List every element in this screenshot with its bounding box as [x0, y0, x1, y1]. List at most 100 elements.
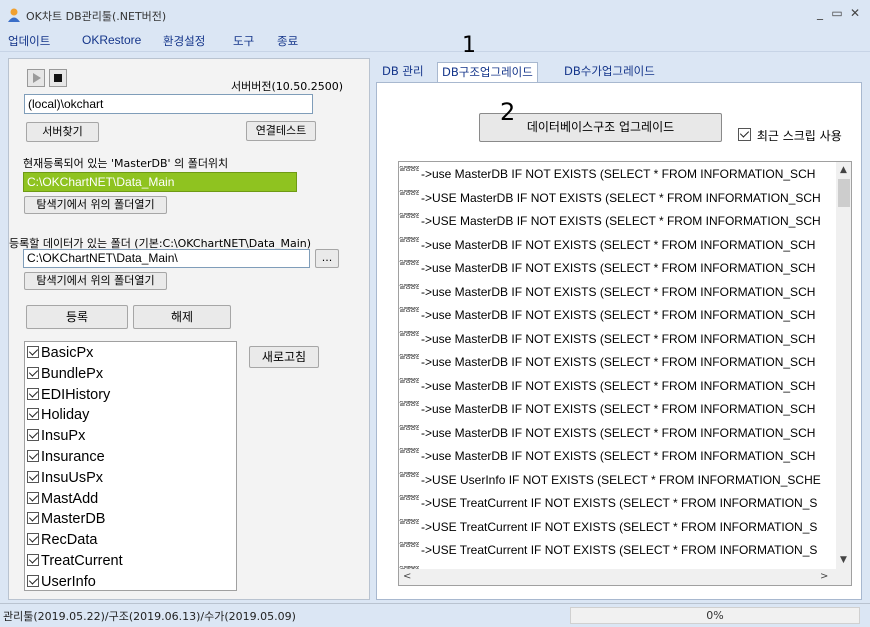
database-item[interactable]: MasterDB [27, 509, 236, 530]
log-line-text: ->USE UserInfo IF NOT EXISTS (SELECT * F… [421, 472, 821, 487]
log-line: 실행중완료->use MasterDB IF NOT EXISTS (SELEC… [399, 234, 836, 258]
server-input[interactable]: (local)\okchart [24, 94, 313, 114]
structure-upgrade-panel: 데이터베이스구조 업그레이드 최근 스크립 사용 실행중완료->use Mast… [376, 82, 862, 600]
menu-exit[interactable]: 종료 [277, 33, 298, 49]
minimize-icon[interactable]: _ [812, 6, 828, 20]
checkbox-checked-icon[interactable] [738, 128, 751, 141]
checkbox-checked-icon[interactable] [27, 346, 39, 358]
left-panel: 서버버전(10.50.2500) (local)\okchart 서버찾기 연결… [8, 58, 370, 600]
database-item[interactable]: Insurance [27, 447, 236, 468]
checkbox-checked-icon[interactable] [27, 470, 39, 483]
log-line: 실행중완료->USE TreatCurrent IF NOT EXISTS (S… [399, 539, 836, 563]
log-line: 실행중완료->USE TreatCurrent IF NOT EXISTS (S… [399, 492, 836, 516]
horizontal-scrollbar[interactable]: < > [399, 569, 836, 585]
log-line-text: ->use MasterDB IF NOT EXISTS (SELECT * F… [421, 308, 816, 322]
connection-test-button[interactable]: 연결테스트 [246, 121, 316, 141]
log-status-prefix: 실행중완료 [399, 424, 419, 431]
master-folder-path: C:\OKChartNET\Data_Main [23, 172, 297, 192]
log-line-text: ->use MasterDB IF NOT EXISTS (SELECT * F… [421, 449, 816, 463]
scroll-thumb[interactable] [838, 179, 850, 207]
annotation-2: 2 [500, 98, 516, 126]
tab-db-fee-upgrade[interactable]: DB수가업그레이드 [560, 62, 659, 82]
open-data-folder-button[interactable]: 탐색기에서 위의 폴더열기 [24, 272, 167, 290]
log-line-text: ->use MasterDB IF NOT EXISTS (SELECT * F… [421, 425, 816, 440]
log-status-prefix: 실행중완료 [399, 283, 419, 290]
log-line-text: ->USE MasterDB IF NOT EXISTS (SELECT * F… [421, 190, 821, 205]
scroll-right-icon[interactable]: > [820, 571, 828, 582]
log-lines: 실행중완료->use MasterDB IF NOT EXISTS (SELEC… [399, 163, 836, 569]
tab-db-management[interactable]: DB 관리 [378, 62, 428, 82]
log-status-prefix: 실행중완료 [399, 401, 419, 407]
log-line: 실행중완료->use MasterDB IF NOT EXISTS (SELEC… [399, 163, 836, 187]
open-master-folder-button[interactable]: 탐색기에서 위의 폴더열기 [24, 196, 167, 214]
log-line: 실행중완료->USE TreatCurrent IF NOT EXISTS (S… [399, 516, 836, 540]
server-version: 서버버전(10.50.2500) [231, 80, 344, 93]
menu-tools[interactable]: 도구 [233, 33, 254, 49]
find-server-button[interactable]: 서버찾기 [26, 122, 99, 142]
window-title: OK차트 DB관리툴(.NET버전) [26, 10, 167, 23]
menu-okrestore[interactable]: OKRestore [82, 33, 141, 47]
use-recent-script-label: 최근 스크립 사용 [756, 129, 842, 143]
register-button[interactable]: 등록 [26, 305, 128, 329]
maximize-icon[interactable]: ▭ [829, 6, 845, 20]
use-recent-script-option[interactable]: 최근 스크립 사용 [738, 127, 842, 144]
execution-log[interactable]: 실행중완료->use MasterDB IF NOT EXISTS (SELEC… [398, 161, 852, 586]
data-folder-input[interactable]: C:\OKChartNET\Data_Main\ [23, 249, 310, 268]
database-item[interactable]: Holiday [27, 405, 236, 426]
menu-bar: 업데이트 OKRestore 환경설정 도구 종료 [0, 30, 870, 52]
checkbox-checked-icon[interactable] [27, 574, 39, 587]
log-line-text: ->use MasterDB IF NOT EXISTS (SELECT * F… [421, 261, 816, 275]
database-item[interactable]: BasicPx [27, 343, 236, 364]
vertical-scrollbar[interactable]: ▲ ▼ [836, 162, 851, 569]
title-bar: OK차트 DB관리툴(.NET버전) _ ▭ ✕ [0, 0, 870, 30]
checkbox-checked-icon[interactable] [27, 366, 39, 379]
checkbox-checked-icon[interactable] [27, 387, 39, 400]
checkbox-checked-icon[interactable] [27, 491, 39, 504]
database-item[interactable]: InsuUsPx [27, 468, 236, 489]
close-icon[interactable]: ✕ [847, 6, 863, 20]
log-line-text: ->use MasterDB IF NOT EXISTS (SELECT * F… [421, 402, 816, 416]
menu-settings[interactable]: 환경설정 [163, 33, 205, 49]
scroll-down-icon[interactable]: ▼ [840, 555, 847, 565]
database-item[interactable]: UserInfo [27, 572, 236, 593]
database-item[interactable]: RecData [27, 530, 236, 551]
unregister-button[interactable]: 해제 [133, 305, 231, 329]
stop-button[interactable] [49, 69, 67, 87]
log-line: 실행중완료->USE UserInfo IF NOT EXISTS (SELEC… [399, 469, 836, 493]
browse-button[interactable]: ... [315, 249, 339, 268]
checkbox-checked-icon[interactable] [27, 512, 39, 525]
log-line-text: ->use MasterDB IF NOT EXISTS (SELECT * F… [421, 331, 816, 346]
scroll-up-icon[interactable]: ▲ [840, 165, 847, 175]
log-line: 실행중완료->USE MasterDB IF NOT EXISTS (SELEC… [399, 187, 836, 211]
checkbox-checked-icon[interactable] [27, 429, 39, 442]
log-line-text: ->USE TreatCurrent IF NOT EXISTS (SELECT… [421, 543, 818, 557]
log-line: 실행중완료->use MasterDB IF NOT EXISTS (SELEC… [399, 422, 836, 446]
database-item[interactable]: BundlePx [27, 364, 236, 385]
log-line: 실행중완료->use MasterDB IF NOT EXISTS (SELEC… [399, 328, 836, 352]
play-button[interactable] [27, 69, 45, 87]
log-status-prefix: 실행중완료 [399, 542, 419, 548]
database-item[interactable]: InsuPx [27, 426, 236, 447]
checkbox-checked-icon[interactable] [27, 553, 39, 566]
log-status-prefix: 실행중완료 [399, 448, 419, 454]
log-status-prefix: 실행중완료 [399, 518, 419, 525]
status-bar: 관리툴(2019.05.22)/구조(2019.06.13)/수가(2019.0… [0, 603, 870, 627]
scroll-left-icon[interactable]: < [403, 571, 411, 582]
database-item[interactable]: MastAdd [27, 489, 236, 510]
checkbox-checked-icon[interactable] [27, 449, 39, 462]
database-list: BasicPx BundlePx EDIHistory Holiday Insu… [24, 341, 237, 591]
tab-bar: DB 관리 DB구조업그레이드 DB수가업그레이드 [376, 62, 862, 83]
log-status-prefix: 실행중완료 [399, 495, 419, 501]
tab-db-structure-upgrade[interactable]: DB구조업그레이드 [437, 62, 538, 83]
refresh-button[interactable]: 새로고침 [249, 346, 319, 368]
checkbox-checked-icon[interactable] [27, 533, 39, 546]
database-item[interactable]: TreatCurrent [27, 551, 236, 572]
progress-bar: 0% [570, 607, 860, 624]
menu-update[interactable]: 업데이트 [8, 33, 50, 49]
checkbox-checked-icon[interactable] [27, 408, 39, 421]
database-item[interactable]: EDIHistory [27, 385, 236, 406]
db-structure-upgrade-button[interactable]: 데이터베이스구조 업그레이드 [479, 113, 722, 142]
log-status-prefix: 실행중완료 [399, 307, 419, 313]
log-line: 실행중완료->use MasterDB IF NOT EXISTS (SELEC… [399, 398, 836, 422]
log-status-prefix: 실행중완료 [399, 213, 419, 219]
